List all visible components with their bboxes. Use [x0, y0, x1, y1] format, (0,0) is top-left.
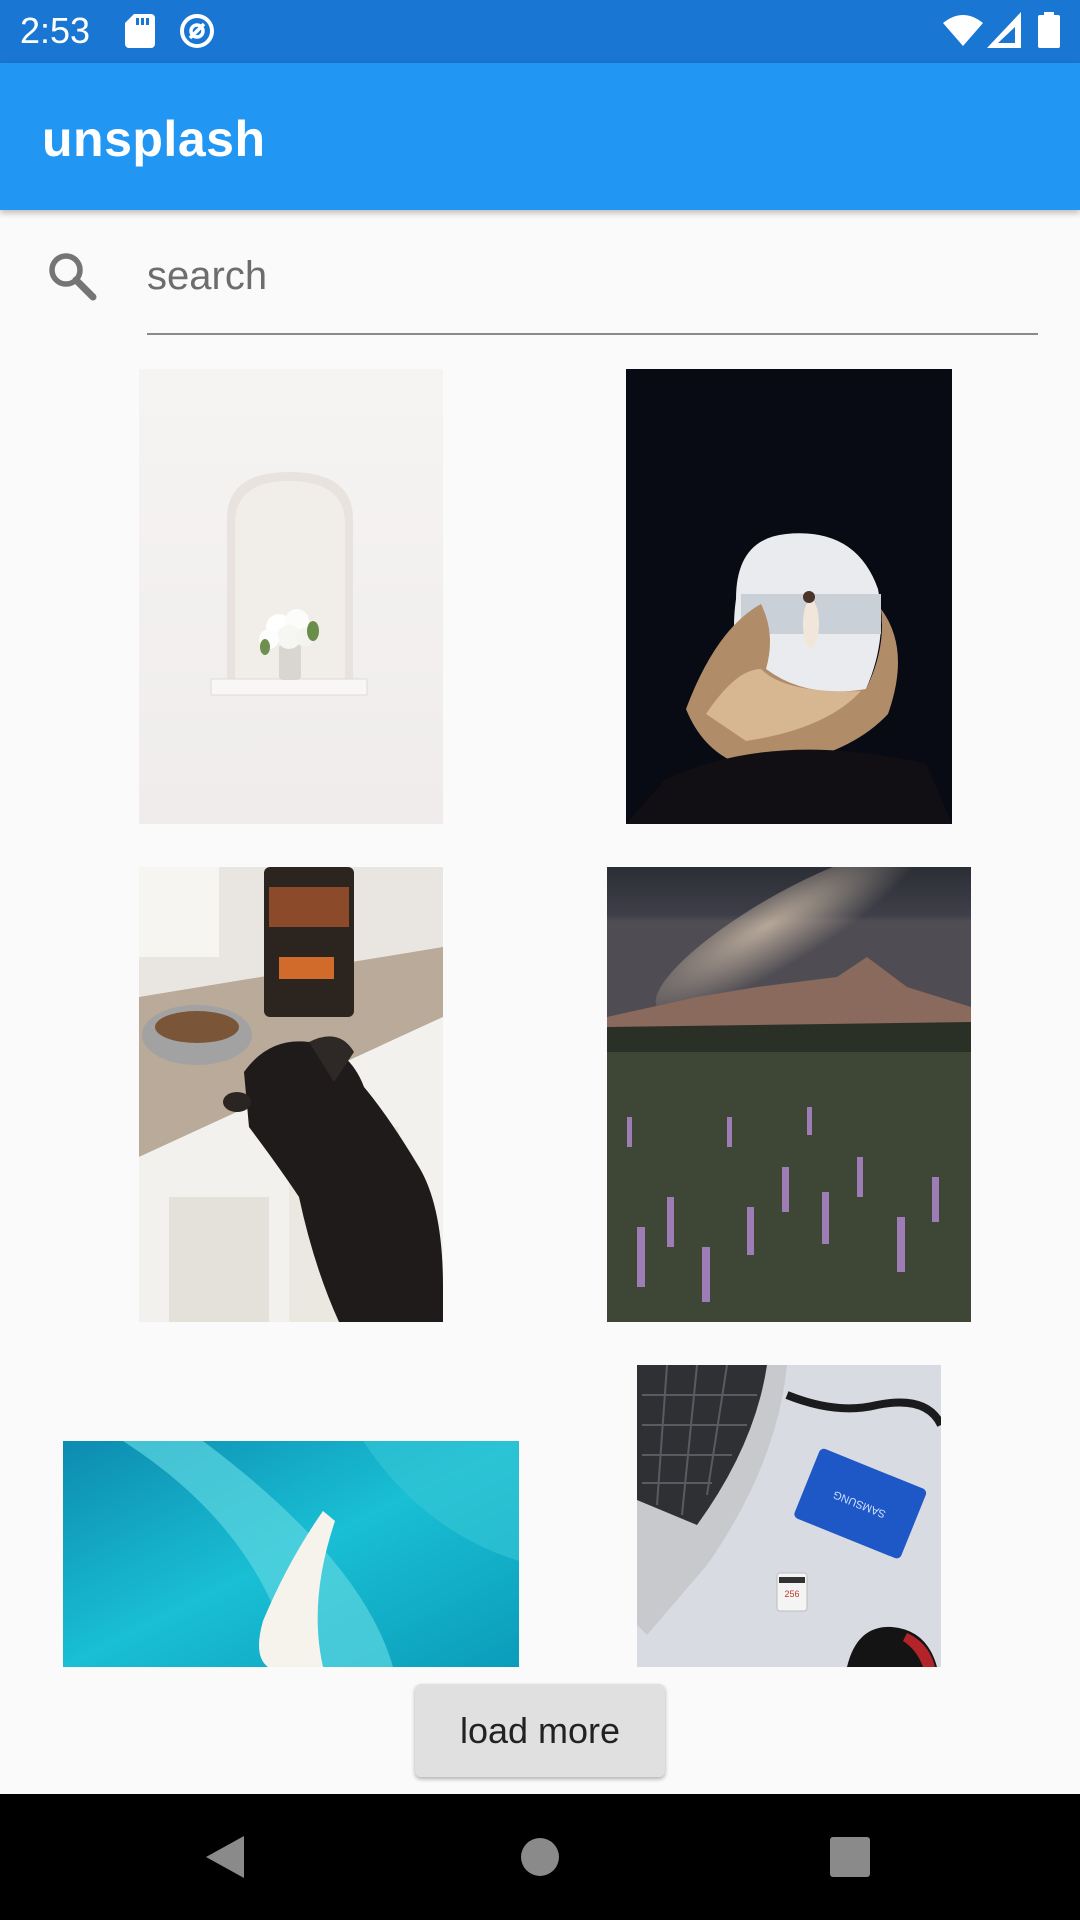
navigation-bar	[0, 1794, 1080, 1920]
search-icon	[49, 253, 97, 301]
app-title: unsplash	[42, 111, 266, 167]
search-row	[0, 210, 1080, 345]
signal-icon	[987, 12, 1021, 48]
sync-icon	[180, 14, 214, 48]
status-time: 2:53	[20, 10, 91, 51]
search-input[interactable]	[147, 246, 1037, 306]
search-underline	[147, 333, 1038, 335]
load-more-button[interactable]: load more	[415, 1684, 665, 1777]
photo-sea-cave[interactable]	[626, 369, 952, 824]
wifi-icon	[943, 15, 983, 46]
photo-niche-flowers[interactable]	[139, 369, 443, 824]
status-bar: 2:53	[0, 0, 1080, 63]
sd-card-icon	[125, 14, 155, 48]
back-icon[interactable]	[204, 1834, 246, 1880]
photo-dog-bowl[interactable]	[139, 867, 443, 1322]
battery-icon	[1038, 12, 1060, 48]
sd-card-label: 256	[784, 1589, 799, 1599]
photo-laptop-ssd[interactable]: SAMSUNG 256	[637, 1365, 941, 1667]
app-bar: unsplash	[0, 63, 1080, 210]
photo-milky-way[interactable]	[607, 867, 971, 1322]
recents-icon[interactable]	[830, 1837, 870, 1877]
home-icon[interactable]	[520, 1837, 560, 1877]
photo-turquoise-sea[interactable]	[63, 1441, 519, 1667]
